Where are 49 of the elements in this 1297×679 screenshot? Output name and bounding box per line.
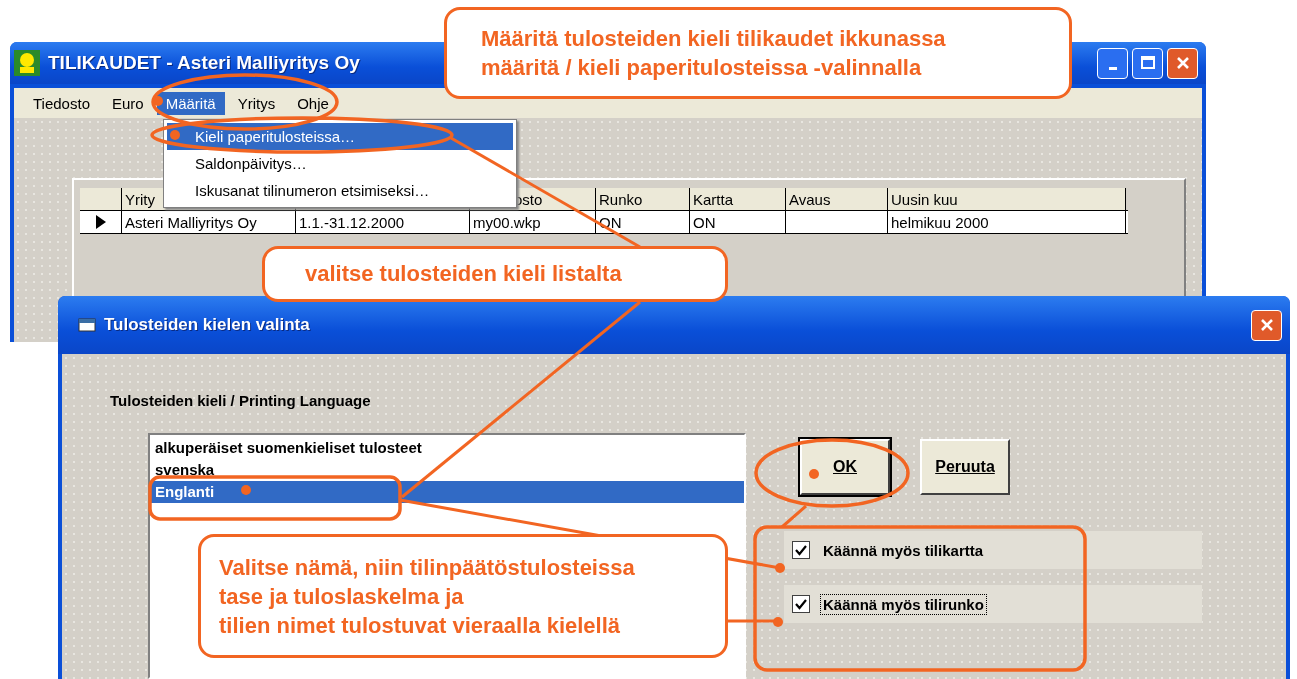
marker-dot (170, 130, 180, 140)
marker-dot (241, 485, 251, 495)
callout-text: valitse tulosteiden kieli listalta (305, 260, 623, 288)
dialog-button[interactable]: Peruuta (920, 439, 1010, 495)
checkbox[interactable] (792, 595, 810, 613)
checkmark-icon (795, 544, 807, 556)
menu-item[interactable]: Määritä (156, 91, 225, 115)
list-item[interactable]: svenska (150, 459, 744, 481)
marker-dot (153, 96, 163, 106)
maximize-button[interactable] (1132, 47, 1163, 79)
list-label: Tulosteiden kieli / Printing Language (110, 392, 372, 409)
table-cell: 1.1.-31.12.2000 (296, 211, 470, 233)
menu-item[interactable]: Saldonpäivitys… (167, 150, 513, 177)
minimize-icon (1108, 66, 1117, 70)
callout-text: tase ja tuloslaskelma ja (219, 583, 465, 611)
checkbox[interactable] (792, 541, 810, 559)
table-cell: helmikuu 2000 (888, 211, 1126, 233)
window-icon (78, 317, 96, 333)
window-title: TILIKAUDET - Asteri Malliyritys Oy (48, 52, 360, 74)
app-person-icon (14, 50, 40, 76)
marker-dot (773, 617, 783, 627)
checkbox-label[interactable]: Käännä myös tilikartta (820, 539, 987, 561)
column-header[interactable]: Uusin kuu (888, 188, 1126, 210)
callout-text: Valitse nämä, niin tilinpäätöstulosteissa (219, 554, 636, 582)
menu-item[interactable]: Tiedosto (24, 91, 99, 115)
menu-item[interactable]: Ohje (288, 91, 338, 115)
list-item[interactable]: Englanti (150, 481, 744, 503)
list-item[interactable]: alkuperäiset suomenkieliset tulosteet (150, 437, 744, 459)
checkbox-label[interactable]: Käännä myös tilirunko (820, 593, 987, 615)
checkmark-icon (795, 598, 807, 610)
menu-item[interactable]: Yritys (228, 91, 285, 115)
close-button[interactable] (1167, 47, 1198, 79)
marker-dot (809, 469, 819, 479)
close-button[interactable] (1251, 309, 1282, 341)
column-header[interactable]: Avaus (786, 188, 888, 210)
callout-text: tilien nimet tulostuvat vieraalla kielellä (219, 612, 622, 640)
window-title: Tulosteiden kielen valinta (104, 315, 310, 335)
column-header[interactable]: Runko (596, 188, 690, 210)
callout-text: Määritä tulosteiden kieli tilikaudet ikkunassa (481, 25, 947, 53)
minimize-button[interactable] (1097, 47, 1128, 79)
column-header[interactable]: Kartta (690, 188, 786, 210)
maximize-icon (1138, 54, 1157, 72)
table-cell: Asteri Malliyritys Oy (122, 211, 296, 233)
dialog-button[interactable]: OK (800, 439, 890, 495)
marker-dot (775, 563, 785, 573)
menu-item[interactable]: Euro (103, 91, 153, 115)
callout-text: määritä / kieli paperitulosteissa -valinnalla (481, 54, 923, 82)
table-cell: ON (690, 211, 786, 233)
table-cell: my00.wkp (470, 211, 596, 233)
